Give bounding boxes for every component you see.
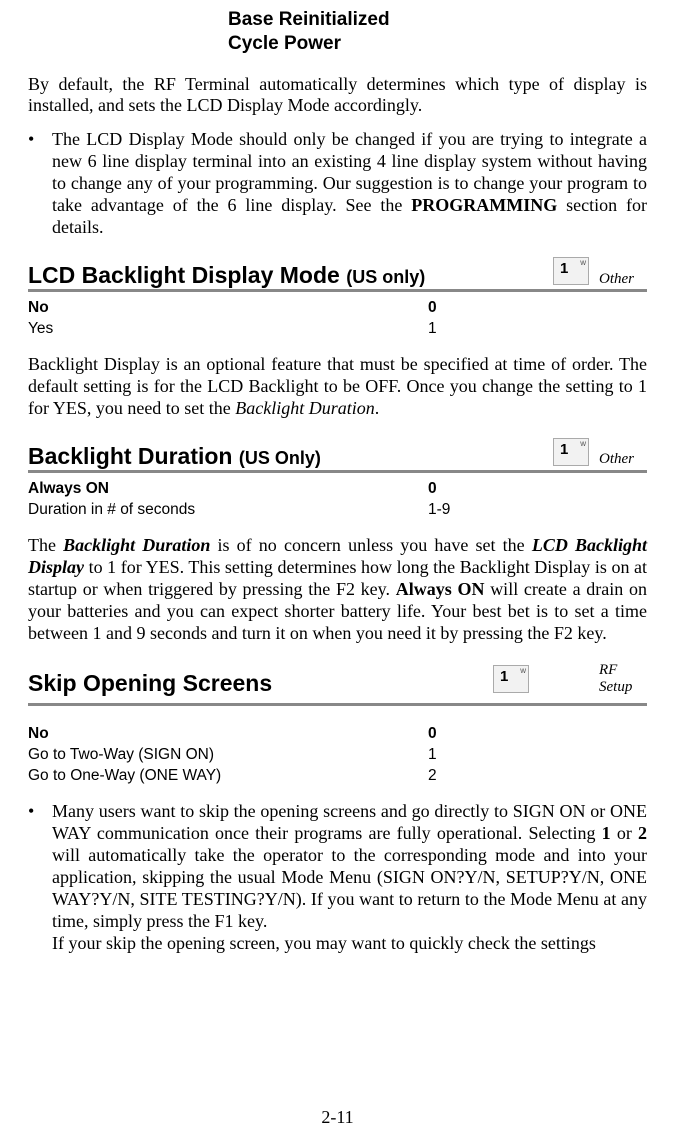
bullet-text: Many users want to skip the opening scre… — [52, 801, 647, 955]
para-bold: Always ON — [396, 579, 485, 599]
key-digit: 1 — [500, 669, 508, 684]
key-1-icon: 1 w — [493, 665, 529, 693]
section-title-main: Backlight Duration — [28, 443, 239, 469]
bullet-marker: • — [28, 129, 52, 239]
para-em: Backlight Duration — [63, 535, 210, 555]
option-label: No — [28, 298, 428, 319]
section-heading-lcd-backlight-mode: LCD Backlight Display Mode (US only) 1 w… — [28, 257, 647, 292]
bullet-item: • Many users want to skip the opening sc… — [28, 801, 647, 955]
option-row: No 0 — [28, 724, 647, 745]
key-digit: 1 — [560, 261, 568, 276]
section-heading-skip-opening-screens: Skip Opening Screens 1 w RF Setup — [28, 662, 647, 706]
para-text: If your skip the opening screen, you may… — [52, 933, 596, 953]
section-title: Skip Opening Screens — [28, 672, 272, 695]
title-line-1: Base Reinitialized — [228, 8, 647, 32]
option-row: Yes 1 — [28, 319, 647, 340]
key-letter: w — [580, 259, 586, 267]
page: Base Reinitialized Cycle Power By defaul… — [0, 0, 675, 1140]
section-title: Backlight Duration (US Only) — [28, 445, 321, 468]
option-value: 1-9 — [428, 500, 450, 521]
bullet-marker: • — [28, 801, 52, 955]
section-title-main: LCD Backlight Display Mode — [28, 262, 346, 288]
options-table: No 0 Go to Two-Way (SIGN ON) 1 Go to One… — [28, 724, 647, 787]
intro-paragraph: By default, the RF Terminal automaticall… — [28, 74, 647, 118]
option-value: 0 — [428, 479, 437, 500]
para-bold: 2 — [638, 823, 647, 843]
section-title: LCD Backlight Display Mode (US only) — [28, 264, 425, 287]
option-label: No — [28, 724, 428, 745]
section-title-sub: (US only) — [346, 267, 425, 287]
bullet-item: • The LCD Display Mode should only be ch… — [28, 129, 647, 239]
section-title-sub: (US Only) — [239, 448, 321, 468]
option-row: Duration in # of seconds 1-9 — [28, 500, 647, 521]
option-value: 1 — [428, 319, 437, 340]
option-label: Go to Two-Way (SIGN ON) — [28, 745, 428, 766]
category-label: Other — [599, 271, 647, 288]
page-title-block: Base Reinitialized Cycle Power — [228, 8, 647, 56]
options-table: Always ON 0 Duration in # of seconds 1-9 — [28, 479, 647, 521]
para-em: Backlight Duration — [235, 398, 374, 418]
section-heading-backlight-duration: Backlight Duration (US Only) 1 w Other — [28, 438, 647, 473]
para-text: will automatically take the operator to … — [52, 845, 647, 931]
keycap-icon: 1 w — [493, 665, 529, 693]
page-number: 2-11 — [0, 1107, 675, 1128]
key-digit: 1 — [560, 442, 568, 457]
para-text: or — [611, 823, 638, 843]
section-paragraph: Backlight Display is an optional feature… — [28, 354, 647, 420]
option-row: Go to Two-Way (SIGN ON) 1 — [28, 745, 647, 766]
keycap-icon: 1 w — [553, 438, 589, 466]
category-label: Other — [599, 451, 647, 468]
para-text: Many users want to skip the opening scre… — [52, 801, 647, 843]
key-1-icon: 1 w — [553, 257, 589, 285]
key-letter: w — [520, 667, 526, 675]
options-table: No 0 Yes 1 — [28, 298, 647, 340]
key-letter: w — [580, 440, 586, 448]
para-text: The — [28, 535, 63, 555]
bullet1-bold: PROGRAMMING — [411, 195, 557, 215]
option-row: No 0 — [28, 298, 647, 319]
keycap-icon: 1 w — [553, 257, 589, 285]
section-paragraph: The Backlight Duration is of no concern … — [28, 535, 647, 645]
category-line2: Setup — [599, 679, 632, 695]
option-label: Go to One-Way (ONE WAY) — [28, 766, 428, 787]
title-line-2: Cycle Power — [228, 32, 647, 56]
para-bold: 1 — [602, 823, 611, 843]
option-label: Yes — [28, 319, 428, 340]
option-value: 0 — [428, 724, 437, 745]
option-value: 2 — [428, 766, 437, 787]
option-row: Always ON 0 — [28, 479, 647, 500]
option-value: 1 — [428, 745, 437, 766]
para-text: is of no concern unless you have set the — [210, 535, 531, 555]
option-label: Duration in # of seconds — [28, 500, 428, 521]
key-1-icon: 1 w — [553, 438, 589, 466]
category-label: RF Setup — [599, 662, 647, 695]
option-label: Always ON — [28, 479, 428, 500]
bullet-text: The LCD Display Mode should only be chan… — [52, 129, 647, 239]
option-value: 0 — [428, 298, 437, 319]
para-text: . — [375, 398, 380, 418]
category-line1: RF — [599, 662, 617, 678]
option-row: Go to One-Way (ONE WAY) 2 — [28, 766, 647, 787]
